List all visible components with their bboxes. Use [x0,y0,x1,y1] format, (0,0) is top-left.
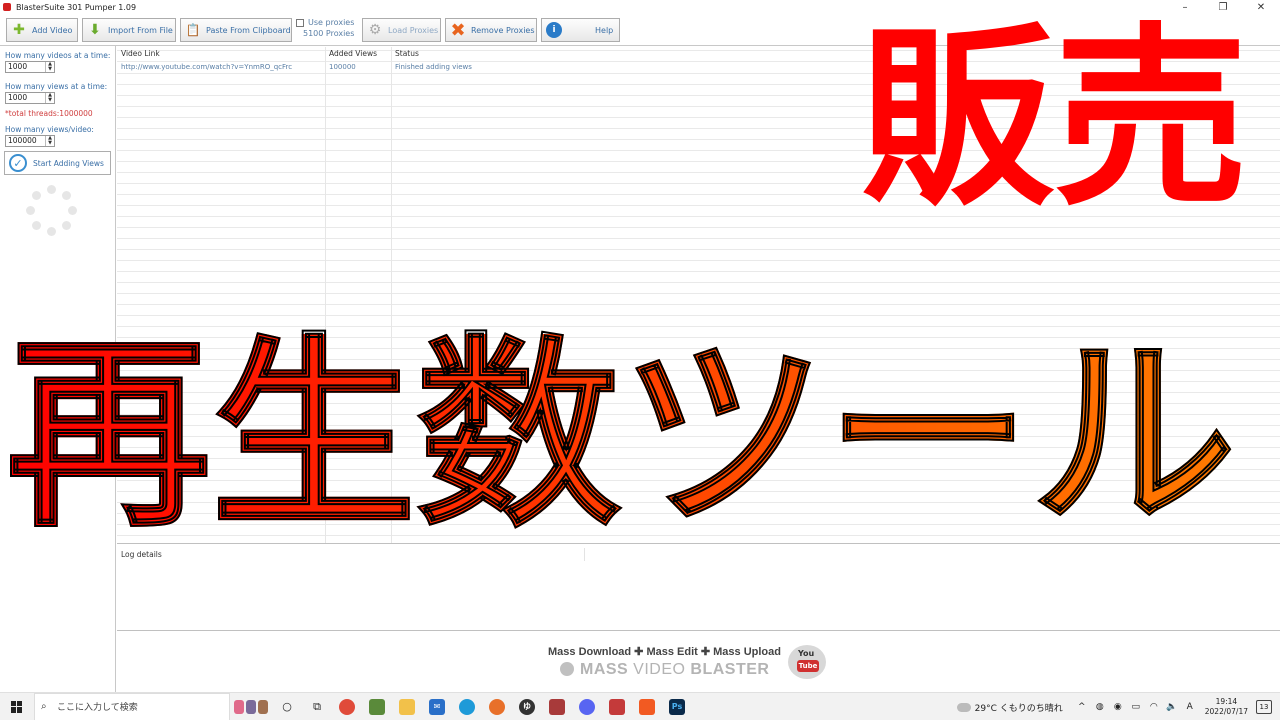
app-tray-icon[interactable]: ◉ [1111,702,1125,712]
total-threads-note: *total threads:1000000 [5,109,93,118]
photoshop-icon[interactable]: Ps [662,693,692,720]
download-arrow-icon: ⬇ [89,22,101,38]
use-proxies-label: Use proxies [308,18,355,27]
youtube-logo-icon: You Tube [788,645,826,679]
info-icon: i [545,21,563,39]
app-icon [3,3,11,11]
file-explorer-icon[interactable] [392,693,422,720]
system-tray: 29°C くもりのち晴れ ^ ◍ ◉ ▭ ◠ 🔈 A 19:14 2022/07… [956,693,1280,720]
notification-center-icon[interactable]: 13 [1256,700,1272,714]
load-proxies-button[interactable]: ⚙ Load Proxies [362,18,441,42]
cloud-icon [956,702,971,712]
window-title: BlasterSuite 301 Pumper 1.09 [16,2,137,12]
banner-brand: MASS VIDEO BLASTER [560,661,769,679]
mail-icon[interactable]: ✉ [422,693,452,720]
videos-at-a-time-label: How many videos at a time: [5,51,111,60]
import-from-file-button[interactable]: ⬇ Import From File [82,18,176,42]
volume-icon[interactable]: 🔈 [1165,702,1179,712]
videos-at-a-time-stepper[interactable]: 1000 ▲ ▼ [5,61,55,73]
plus-icon: ✚ [13,22,25,38]
stepper-arrows-icon[interactable]: ▲ ▼ [45,136,54,146]
log-panel[interactable]: Log details [117,546,1280,631]
search-icon: ⌕ [41,701,47,712]
paste-from-clipboard-button[interactable]: 📋 Paste From Clipboard [180,18,292,42]
column-header-added-views[interactable]: Added Views [329,49,377,58]
stepper-arrows-icon[interactable]: ▲ ▼ [45,93,54,103]
weather-widget[interactable]: 29°C くもりのち晴れ [956,701,1063,714]
overlay-view-count-tool-text: 再生数ツール [5,317,1237,555]
battery-icon[interactable]: ▭ [1129,702,1143,712]
column-header-status[interactable]: Status [395,49,419,58]
overlay-sale-text: 販売 [860,6,1248,232]
minecraft-icon[interactable] [362,693,392,720]
remove-proxies-button[interactable]: ✖ Remove Proxies [445,18,537,42]
media-app-icon[interactable] [602,693,632,720]
taskbar: ⌕ ここに入力して検索 ○ ⧉ ✉ ゆ Ps 29°C くもりのち晴れ ^ ◍ … [0,692,1280,720]
x-mark-icon: ✖ [450,19,466,41]
add-video-button[interactable]: ✚ Add Video [6,18,78,42]
column-header-video-link[interactable]: Video Link [121,49,160,58]
cortana-icon[interactable]: ○ [272,693,302,720]
views-at-a-time-label: How many views at a time: [5,82,108,91]
help-button[interactable]: i Help [541,18,620,42]
proxy-settings: Use proxies 5100 Proxies [296,18,358,44]
discord-icon[interactable] [572,693,602,720]
yukkuri-icon[interactable]: ゆ [512,693,542,720]
wifi-icon[interactable]: ◠ [1147,702,1161,712]
start-adding-views-button[interactable]: ✓ Start Adding Views [4,151,111,175]
network-tray-icon[interactable]: ◍ [1093,702,1107,712]
chat-bubble-icon [560,662,574,676]
checkmark-icon: ✓ [9,154,27,172]
table-row-added-views: 100000 [329,63,356,71]
table-row-status: Finished adding views [395,63,472,71]
views-per-video-label: How many views/video: [5,125,94,134]
mass-video-blaster-banner[interactable]: Mass Download ✚ Mass Edit ✚ Mass Upload … [540,643,840,683]
edge-icon[interactable] [452,693,482,720]
task-view-icon[interactable]: ⧉ [302,693,332,720]
views-per-video-stepper[interactable]: 100000 ▲ ▼ [5,135,55,147]
chrome-icon[interactable] [332,693,362,720]
stepper-arrows-icon[interactable]: ▲ ▼ [45,62,54,72]
gear-icon: ⚙ [368,22,382,38]
banner-tagline: Mass Download ✚ Mass Edit ✚ Mass Upload [548,646,781,658]
use-proxies-checkbox[interactable] [296,18,304,27]
table-row-video-link[interactable]: http://www.youtube.com/watch?v=YnmRO_qcF… [121,63,292,71]
loading-spinner-icon [26,185,78,237]
views-at-a-time-stepper[interactable]: 1000 ▲ ▼ [5,92,55,104]
brave-icon[interactable] [632,693,662,720]
game-app-icon[interactable] [542,693,572,720]
clipboard-icon: 📋 [185,23,201,37]
clock[interactable]: 19:14 2022/07/17 [1205,697,1248,717]
taskbar-search-input[interactable]: ⌕ ここに入力して検索 [34,692,230,720]
ime-indicator[interactable]: A [1183,702,1197,712]
proxy-count: 5100 Proxies [303,29,355,38]
search-highlight-icon[interactable] [230,695,272,719]
chevron-up-icon[interactable]: ^ [1075,702,1089,712]
windows-start-icon[interactable] [0,693,34,720]
firefox-icon[interactable] [482,693,512,720]
